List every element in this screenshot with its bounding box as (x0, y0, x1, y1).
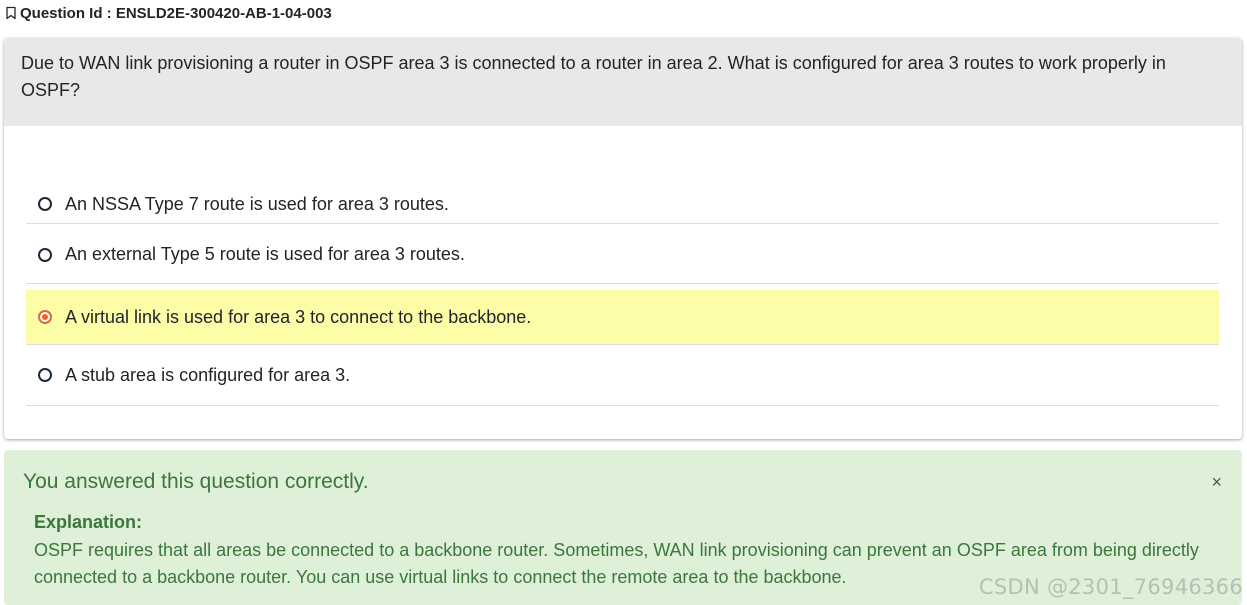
radio-button[interactable] (38, 368, 52, 382)
answer-option-3[interactable]: A virtual link is used for area 3 to con… (26, 290, 1219, 345)
radio-button[interactable] (38, 197, 52, 211)
question-card: Due to WAN link provisioning a router in… (4, 38, 1242, 439)
option-label: A stub area is configured for area 3. (65, 364, 351, 385)
option-label: A virtual link is used for area 3 to con… (65, 306, 532, 327)
explanation-label: Explanation: (34, 512, 143, 532)
option-label: An NSSA Type 7 route is used for area 3 … (65, 193, 449, 214)
watermark: CSDN @2301_76946366 (978, 575, 1243, 599)
close-icon[interactable]: × (1211, 472, 1222, 492)
question-id-label: Question Id : ENSLD2E-300420-AB-1-04-003 (20, 4, 332, 22)
answer-option-4[interactable]: A stub area is configured for area 3. (26, 345, 1219, 406)
answer-option-2[interactable]: An external Type 5 route is used for are… (26, 224, 1219, 284)
option-label: An external Type 5 route is used for are… (65, 244, 465, 264)
feedback-message: You answered this question correctly. (23, 470, 369, 493)
question-id-header: Question Id : ENSLD2E-300420-AB-1-04-003 (4, 3, 332, 23)
answer-option-1[interactable]: An NSSA Type 7 route is used for area 3 … (26, 185, 1219, 224)
question-text: Due to WAN link provisioning a router in… (4, 38, 1242, 126)
radio-button-checked[interactable] (38, 310, 52, 324)
bookmark-icon[interactable] (4, 6, 18, 20)
radio-button[interactable] (38, 247, 52, 262)
